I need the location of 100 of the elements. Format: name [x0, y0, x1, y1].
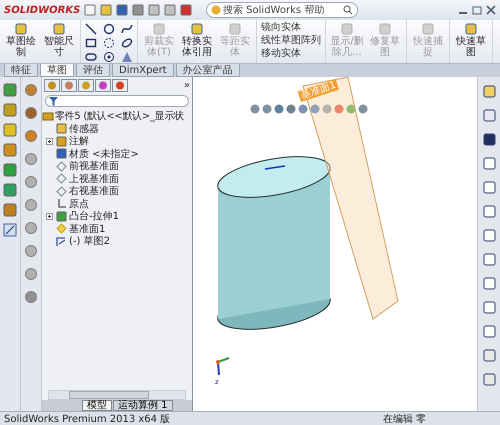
tree-item[interactable]: 凸台-拉伸1	[69, 209, 119, 224]
model-tab[interactable]: 模型	[82, 400, 112, 411]
tool-icon	[464, 22, 478, 36]
panel-tab-icon[interactable]	[112, 79, 128, 92]
tree-item[interactable]: 材质 <未指定>	[69, 146, 139, 161]
ribbon-button[interactable]: 快速草图	[452, 20, 490, 60]
circle-icon[interactable]	[103, 23, 115, 35]
app-logo: SOLIDWORKS	[4, 4, 78, 16]
toolbar-icon[interactable]	[164, 4, 176, 16]
sketch-icon[interactable]	[3, 223, 17, 237]
tool-icon[interactable]	[482, 229, 496, 242]
tool-icon[interactable]	[482, 325, 496, 338]
plane-icon	[56, 173, 67, 184]
tool-icon[interactable]	[482, 205, 496, 218]
search-icon	[343, 5, 353, 15]
tool-icon[interactable]	[482, 373, 496, 386]
tool-icon[interactable]	[482, 181, 496, 194]
tree-item[interactable]: 基准面1	[69, 222, 106, 236]
ribbon-button[interactable]: 转换实体引用	[178, 20, 216, 60]
expand-icon[interactable]	[46, 138, 53, 145]
toolbar-icon[interactable]	[116, 4, 128, 16]
tool-icon[interactable]	[482, 85, 496, 98]
feature-icon[interactable]	[3, 123, 17, 137]
tool-icon	[228, 22, 242, 36]
arc-icon[interactable]	[103, 37, 115, 49]
tree-item[interactable]: 右视基准面	[69, 184, 119, 198]
tool-icon[interactable]	[482, 301, 496, 314]
ribbon-tab[interactable]: 特征	[4, 64, 38, 77]
tree-item[interactable]: 上视基准面	[69, 172, 119, 186]
part-icon	[42, 110, 54, 122]
tree-item[interactable]: 原点	[69, 196, 89, 211]
tree-item[interactable]: 注解	[69, 134, 89, 148]
tool-icon	[340, 22, 354, 36]
more-button[interactable]: »	[184, 80, 190, 91]
sketch-icon	[56, 236, 67, 247]
filter-field[interactable]	[45, 95, 189, 107]
feature-icon[interactable]	[3, 103, 17, 117]
tool-icon[interactable]	[482, 157, 496, 170]
plane-icon	[56, 186, 67, 197]
tool-icon[interactable]	[482, 349, 496, 362]
toolbar-icon[interactable]	[100, 4, 112, 16]
tree-item[interactable]: 传感器	[69, 122, 99, 136]
ribbon-button[interactable]: 智能尺寸	[40, 20, 78, 60]
filter-icon	[49, 96, 58, 106]
origin-icon	[56, 198, 67, 210]
ribbon-tab[interactable]: 评估	[76, 64, 110, 77]
panel-tab-icon[interactable]	[44, 79, 60, 92]
tree-icon	[56, 148, 67, 160]
tool-icon[interactable]	[482, 253, 496, 266]
expand-icon[interactable]	[46, 212, 53, 220]
panel-tab-icon[interactable]	[78, 79, 94, 92]
feature-icon[interactable]	[3, 143, 17, 157]
close-icon[interactable]	[486, 5, 496, 15]
model-tab[interactable]: 运动算例 1	[113, 400, 173, 411]
polygon-icon[interactable]	[103, 51, 115, 63]
line-icon[interactable]	[85, 23, 97, 35]
toolbar-icon[interactable]	[180, 4, 192, 16]
feature-icon[interactable]	[3, 203, 17, 217]
tree-icon	[56, 123, 67, 134]
plane-icon	[56, 223, 67, 234]
ribbon-button[interactable]: 草图绘制	[2, 20, 40, 60]
tool-icon	[52, 22, 66, 36]
ribbon-button[interactable]: 镜向实体	[259, 21, 323, 34]
panel-tab-icon[interactable]	[61, 79, 77, 92]
feature-icon[interactable]	[3, 163, 17, 177]
ellipse-icon[interactable]	[121, 37, 133, 49]
status-text: 在编辑 零	[382, 412, 426, 425]
plane-icon	[56, 160, 67, 172]
tool-icon	[421, 22, 435, 36]
plane-label: 基准面1	[298, 79, 340, 102]
heads-up-toolbar[interactable]	[250, 104, 368, 114]
ribbon-button[interactable]: 移动实体	[259, 47, 323, 60]
tool-icon	[190, 22, 204, 36]
tool-icon	[378, 22, 392, 36]
ribbon-button[interactable]: 线性草图阵列	[259, 34, 323, 47]
feature-icon[interactable]	[3, 183, 17, 197]
tool-icon[interactable]	[482, 109, 496, 122]
tool-icon	[14, 22, 28, 36]
slot-icon[interactable]	[85, 51, 97, 63]
spline-icon[interactable]	[121, 23, 133, 35]
feature-icon[interactable]	[3, 83, 17, 97]
tree-item[interactable]: 零件5 (默认<<默认>_显示状	[55, 109, 184, 124]
tree-item[interactable]: (-) 草图2	[69, 234, 110, 248]
tree-item[interactable]: 前视基准面	[69, 159, 119, 174]
panel-tab-icon[interactable]	[95, 79, 111, 92]
ribbon-tab[interactable]: DimXpert	[112, 64, 174, 77]
tree-icon	[56, 210, 67, 222]
tool-icon[interactable]	[482, 133, 496, 146]
search-field[interactable]: 搜索 SolidWorks 帮助	[206, 2, 358, 18]
restore-icon[interactable]	[472, 5, 482, 15]
ribbon-tab[interactable]: 草图	[40, 64, 74, 77]
ribbon-tab[interactable]: 办公室产品	[176, 64, 240, 77]
tool-icon[interactable]	[482, 277, 496, 290]
horizontal-scrollbar[interactable]	[48, 390, 186, 400]
rectangle-icon[interactable]	[85, 37, 97, 49]
toolbar-icon[interactable]	[148, 4, 160, 16]
tool-icon	[152, 22, 166, 36]
axis-triad-drawing	[216, 357, 230, 376]
toolbar-icon[interactable]	[84, 4, 96, 16]
toolbar-icon[interactable]	[132, 4, 144, 16]
